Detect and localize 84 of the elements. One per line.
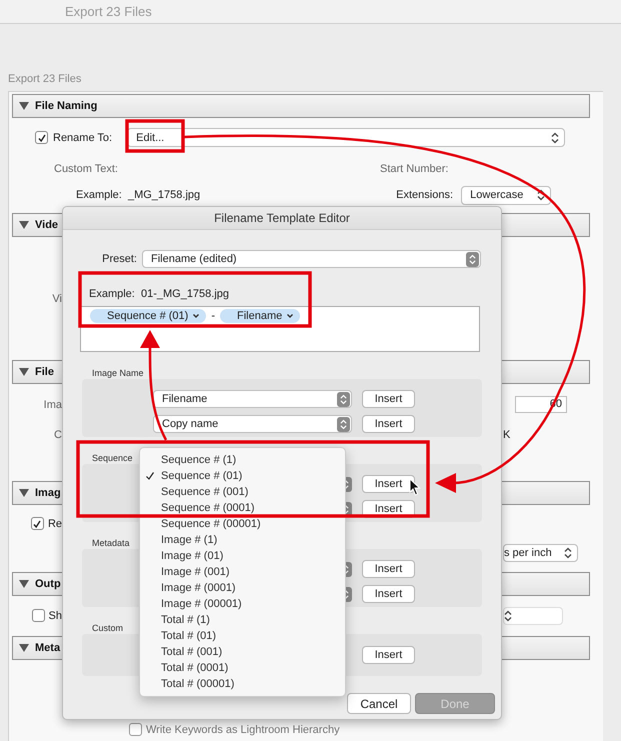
checkmark-icon xyxy=(36,132,46,142)
token-select[interactable]: Copy name xyxy=(153,415,352,433)
example-text: Example: 01-_MG_1758.jpg xyxy=(89,288,230,302)
window-title: Export 23 Files xyxy=(65,4,152,19)
example-text: Example: _MG_1758.jpg xyxy=(76,189,200,201)
menu-item[interactable]: Sequence # (01) xyxy=(140,468,345,484)
rename-label: Rename To: xyxy=(53,132,112,144)
disclosure-icon xyxy=(19,220,29,230)
stepper-icon xyxy=(337,392,350,406)
menu-item[interactable]: Total # (001) xyxy=(140,644,345,660)
template-token[interactable]: Sequence # (01) xyxy=(90,309,206,323)
extensions-select[interactable]: Lowercase xyxy=(461,186,552,204)
menu-item[interactable]: Image # (01) xyxy=(140,548,345,564)
disclosure-icon xyxy=(19,579,29,589)
checkbox[interactable] xyxy=(32,609,45,622)
separator-text: - xyxy=(211,309,216,324)
section-title: Vide xyxy=(35,219,58,231)
checkbox-label: Sh xyxy=(48,610,62,622)
checkbox[interactable] xyxy=(35,131,48,144)
menu-item[interactable]: Sequence # (001) xyxy=(140,484,345,500)
stepper-icon xyxy=(564,546,572,558)
field-label: C xyxy=(54,428,62,440)
section-title: Meta xyxy=(35,642,60,654)
export-label: Export 23 Files xyxy=(8,73,82,87)
menu-item[interactable]: Sequence # (1) xyxy=(140,452,345,468)
field-label: Vi xyxy=(52,292,62,304)
stepper-icon xyxy=(537,189,546,201)
menu-item[interactable]: Image # (001) xyxy=(140,564,345,580)
group-label: Image Name xyxy=(92,368,144,379)
stepper-icon xyxy=(551,132,560,144)
checkbox-label: Write Keywords as Lightroom Hierarchy xyxy=(146,724,340,736)
field-label: K xyxy=(503,428,510,440)
menu-item[interactable]: Sequence # (0001) xyxy=(140,500,345,516)
preset-select[interactable]: Filename (edited) xyxy=(142,250,481,268)
menu-item[interactable]: Image # (1) xyxy=(140,532,345,548)
insert-button[interactable]: Insert xyxy=(362,646,415,664)
insert-button[interactable]: Insert xyxy=(362,475,415,493)
field-label: Ima xyxy=(44,398,62,410)
chevron-icon xyxy=(192,313,200,319)
insert-button[interactable]: Insert xyxy=(362,585,415,603)
group-label: Sequence xyxy=(92,453,133,464)
custom-text-label: Custom Text: xyxy=(54,162,118,174)
template-select[interactable]: Edit... xyxy=(127,128,566,147)
checkbox[interactable] xyxy=(30,517,44,530)
menu-item[interactable]: Total # (01) xyxy=(140,628,345,644)
insert-button[interactable]: Insert xyxy=(362,415,415,433)
checkbox[interactable] xyxy=(129,723,142,736)
menu-item[interactable]: Total # (00001) xyxy=(140,676,345,692)
token-select[interactable]: Filename xyxy=(153,390,352,408)
menu-item[interactable]: Image # (0001) xyxy=(140,580,345,596)
group-label: Custom xyxy=(92,623,124,634)
stepper-icon xyxy=(466,252,479,266)
insert-button[interactable]: Insert xyxy=(362,560,415,578)
disclosure-icon xyxy=(19,488,29,498)
start-number-label: Start Number: xyxy=(380,162,448,174)
section-title: Outp xyxy=(35,578,61,590)
stepper-icon xyxy=(337,416,350,432)
menu-item[interactable]: Total # (1) xyxy=(140,612,345,628)
menu-item[interactable]: Sequence # (00001) xyxy=(140,516,345,532)
template-token[interactable]: Filename xyxy=(220,309,300,323)
disclosure-icon xyxy=(19,101,29,111)
preset-label: Preset: xyxy=(101,253,137,265)
stepper-icon xyxy=(504,610,512,622)
pointer-icon xyxy=(409,478,421,496)
dropdown[interactable]: s per inch xyxy=(503,544,578,562)
section-header[interactable]: File Naming xyxy=(12,94,590,118)
section-title: File Naming xyxy=(35,100,98,112)
highlight-frame xyxy=(125,119,185,153)
cancel-button[interactable]: Cancel xyxy=(347,693,411,714)
disclosure-icon xyxy=(19,643,29,653)
dialog-title: Filename Template Editor xyxy=(214,211,350,225)
menu-item[interactable]: Image # (00001) xyxy=(140,596,345,612)
dropdown[interactable] xyxy=(503,606,563,624)
group-label: Metadata xyxy=(92,538,130,549)
disclosure-icon xyxy=(19,367,29,377)
section-title: File xyxy=(35,366,54,378)
checkbox-label: Re xyxy=(48,518,62,530)
insert-button[interactable]: Insert xyxy=(362,390,415,408)
chevron-icon xyxy=(286,313,294,319)
template-field[interactable]: Sequence # (01) - Filename xyxy=(80,306,480,352)
checkmark-icon xyxy=(32,518,42,528)
section-title: Imag xyxy=(35,487,61,499)
menu-item[interactable]: Total # (0001) xyxy=(140,660,345,676)
extensions-label: Extensions: xyxy=(396,189,454,201)
